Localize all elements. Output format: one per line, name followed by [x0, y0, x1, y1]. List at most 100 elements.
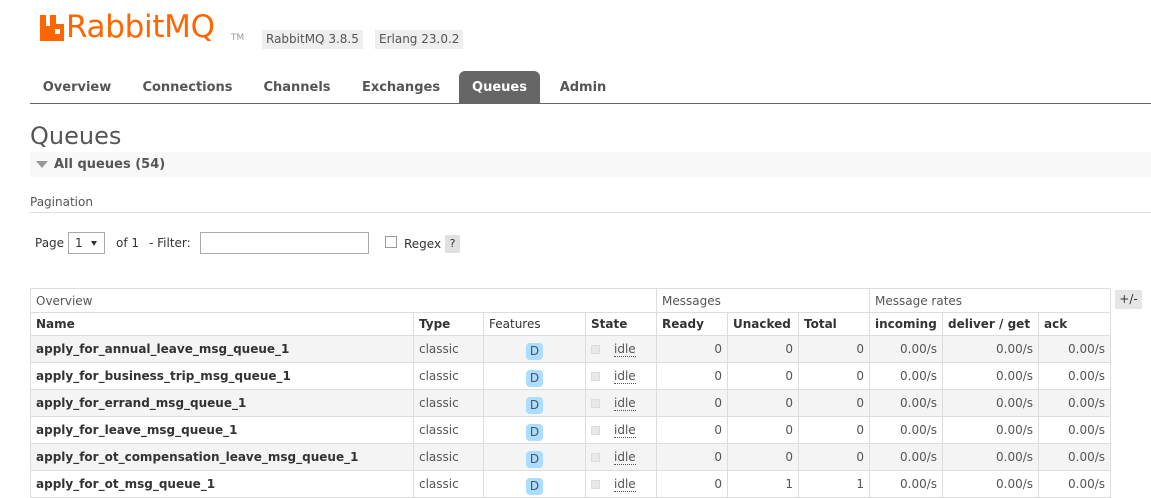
tab-channels[interactable]: Channels: [252, 71, 342, 103]
queue-type: classic: [413, 416, 484, 444]
messages-unacked: 0: [727, 362, 799, 390]
queue-name-link[interactable]: apply_for_ot_msg_queue_1: [30, 470, 414, 498]
page-label: Page: [35, 236, 65, 250]
all-queues-label: All queues (54): [54, 157, 166, 172]
messages-total: 1: [797, 470, 871, 498]
regex-checkbox[interactable]: [385, 236, 397, 248]
page-title: Queues: [30, 122, 122, 150]
queue-type: classic: [413, 335, 484, 363]
messages-unacked: 1: [727, 470, 799, 498]
column-header-features: Features: [483, 312, 586, 336]
state-label: idle: [614, 342, 636, 357]
state-label: idle: [614, 369, 636, 384]
table-row: apply_for_ot_compensation_leave_msg_queu…: [30, 443, 1112, 471]
tab-queues[interactable]: Queues: [459, 71, 540, 103]
collapse-triangle-icon: [36, 161, 48, 168]
column-header-state[interactable]: State: [585, 312, 657, 336]
messages-total: 0: [797, 335, 871, 363]
rate-ack: 0.00/s: [1038, 335, 1112, 363]
queue-features: D: [483, 335, 586, 363]
queue-type: classic: [413, 443, 484, 471]
column-header-incoming[interactable]: incoming: [869, 312, 944, 336]
queue-features: D: [483, 389, 586, 417]
queue-features: D: [483, 362, 586, 390]
rate-ack: 0.00/s: [1038, 470, 1112, 498]
table-row: apply_for_business_trip_msg_queue_1 clas…: [30, 362, 1112, 390]
messages-ready: 0: [656, 389, 728, 417]
rate-ack: 0.00/s: [1038, 416, 1112, 444]
messages-total: 0: [797, 362, 871, 390]
queue-state: idle: [585, 362, 657, 390]
tab-connections[interactable]: Connections: [131, 71, 244, 103]
queue-features: D: [483, 443, 586, 471]
regex-help-button[interactable]: ?: [445, 235, 460, 253]
rate-incoming: 0.00/s: [869, 362, 944, 390]
messages-total: 0: [797, 389, 871, 417]
queue-features: D: [483, 470, 586, 498]
page-select[interactable]: 1: [68, 232, 105, 254]
rabbitmq-version-badge: RabbitMQ 3.8.5: [262, 30, 363, 49]
messages-unacked: 0: [727, 416, 799, 444]
durable-feature-badge: D: [526, 396, 543, 414]
all-queues-section-header[interactable]: All queues (54): [30, 152, 1151, 177]
regex-label: Regex: [404, 237, 442, 251]
state-indicator-icon: [591, 426, 600, 435]
column-header-name[interactable]: Name: [30, 312, 414, 336]
queue-name-link[interactable]: apply_for_leave_msg_queue_1: [30, 416, 414, 444]
queue-name-link[interactable]: apply_for_business_trip_msg_queue_1: [30, 362, 414, 390]
tab-overview[interactable]: Overview: [30, 71, 124, 103]
table-row: apply_for_leave_msg_queue_1 classic D id…: [30, 416, 1112, 444]
messages-ready: 0: [656, 362, 728, 390]
rate-deliver-get: 0.00/s: [942, 335, 1040, 363]
tab-admin[interactable]: Admin: [548, 71, 618, 103]
queue-type: classic: [413, 470, 484, 498]
messages-unacked: 0: [727, 389, 799, 417]
filter-input[interactable]: [200, 232, 369, 254]
column-header-ready[interactable]: Ready: [656, 312, 728, 336]
messages-ready: 0: [656, 335, 728, 363]
durable-feature-badge: D: [526, 450, 543, 468]
column-header-total[interactable]: Total: [797, 312, 871, 336]
state-indicator-icon: [591, 345, 600, 354]
rate-deliver-get: 0.00/s: [942, 470, 1040, 498]
table-row: apply_for_errand_msg_queue_1 classic D i…: [30, 389, 1112, 417]
queue-type: classic: [413, 389, 484, 417]
durable-feature-badge: D: [526, 342, 543, 360]
column-header-type[interactable]: Type: [413, 312, 484, 336]
rate-incoming: 0.00/s: [869, 416, 944, 444]
filter-label: - Filter:: [149, 236, 191, 250]
queue-state: idle: [585, 335, 657, 363]
columns-toggle-button[interactable]: +/-: [1115, 290, 1142, 309]
rate-incoming: 0.00/s: [869, 470, 944, 498]
rate-incoming: 0.00/s: [869, 443, 944, 471]
tab-exchanges[interactable]: Exchanges: [352, 71, 450, 103]
messages-unacked: 0: [727, 443, 799, 471]
logo-text: RabbitMQ: [66, 9, 215, 45]
table-row: apply_for_annual_leave_msg_queue_1 class…: [30, 335, 1112, 363]
rate-incoming: 0.00/s: [869, 335, 944, 363]
queue-features: D: [483, 416, 586, 444]
queue-state: idle: [585, 470, 657, 498]
rate-ack: 0.00/s: [1038, 362, 1112, 390]
column-header-ack[interactable]: ack: [1038, 312, 1112, 336]
table-row: apply_for_ot_msg_queue_1 classic D idle …: [30, 470, 1112, 498]
queue-state: idle: [585, 443, 657, 471]
messages-total: 0: [797, 416, 871, 444]
queue-name-link[interactable]: apply_for_errand_msg_queue_1: [30, 389, 414, 417]
durable-feature-badge: D: [526, 477, 543, 495]
state-indicator-icon: [591, 399, 600, 408]
queue-name-link[interactable]: apply_for_annual_leave_msg_queue_1: [30, 335, 414, 363]
state-indicator-icon: [591, 372, 600, 381]
state-indicator-icon: [591, 480, 600, 489]
page-select-value: 1: [75, 236, 83, 250]
messages-ready: 0: [656, 470, 728, 498]
column-header-deliver-get[interactable]: deliver / get: [942, 312, 1040, 336]
column-header-unacked[interactable]: Unacked: [727, 312, 799, 336]
rate-ack: 0.00/s: [1038, 443, 1112, 471]
group-header-messages: Messages: [655, 288, 871, 313]
trademark: TM: [231, 33, 245, 43]
rabbitmq-logo-icon: [40, 15, 64, 41]
rabbitmq-logo[interactable]: RabbitMQ TM: [40, 9, 250, 47]
queue-name-link[interactable]: apply_for_ot_compensation_leave_msg_queu…: [30, 443, 414, 471]
page-count-label: of 1: [116, 236, 140, 250]
